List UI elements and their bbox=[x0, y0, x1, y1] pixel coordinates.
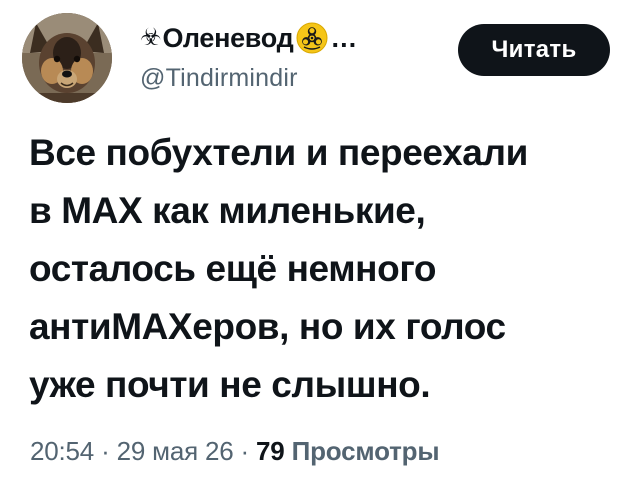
tweet-text-line: антиMAXеров, но их голос bbox=[29, 306, 506, 347]
dog-avatar-icon bbox=[22, 13, 112, 103]
tweet-text-line: Все побухтели и переехали bbox=[29, 132, 528, 173]
author-handle[interactable]: @Tindirmindir bbox=[140, 64, 298, 93]
meta-separator: · bbox=[101, 436, 110, 466]
views-count[interactable]: 79 bbox=[256, 436, 285, 466]
tweet-meta: 20:54 · 29 мая 26 · 79 Просмотры bbox=[30, 436, 440, 467]
meta-separator: · bbox=[240, 436, 250, 466]
author-name-row[interactable]: ☣ Оленевод … bbox=[140, 18, 357, 58]
avatar[interactable] bbox=[22, 13, 112, 103]
name-ellipsis: … bbox=[330, 22, 358, 53]
views-label[interactable]: Просмотры bbox=[292, 436, 440, 466]
tweet-time[interactable]: 20:54 bbox=[30, 436, 94, 466]
author-display-name[interactable]: Оленевод bbox=[163, 23, 294, 54]
tweet-text-line: уже почти не слышно. bbox=[29, 364, 431, 405]
biohazard-prefix-icon: ☣ bbox=[140, 24, 162, 51]
tweet-card: ☣ Оленевод … @Tindirmindir Читать Все по… bbox=[0, 0, 640, 491]
read-button[interactable]: Читать bbox=[458, 24, 610, 76]
tweet-text: Все побухтели и переехали в MAX как миле… bbox=[29, 124, 629, 414]
tweet-text-line: осталось ещё немного bbox=[29, 248, 437, 289]
tweet-text-line: в MAX как миленькие, bbox=[29, 190, 426, 231]
biohazard-badge-icon bbox=[295, 21, 329, 55]
tweet-date[interactable]: 29 мая 26 bbox=[117, 436, 234, 466]
